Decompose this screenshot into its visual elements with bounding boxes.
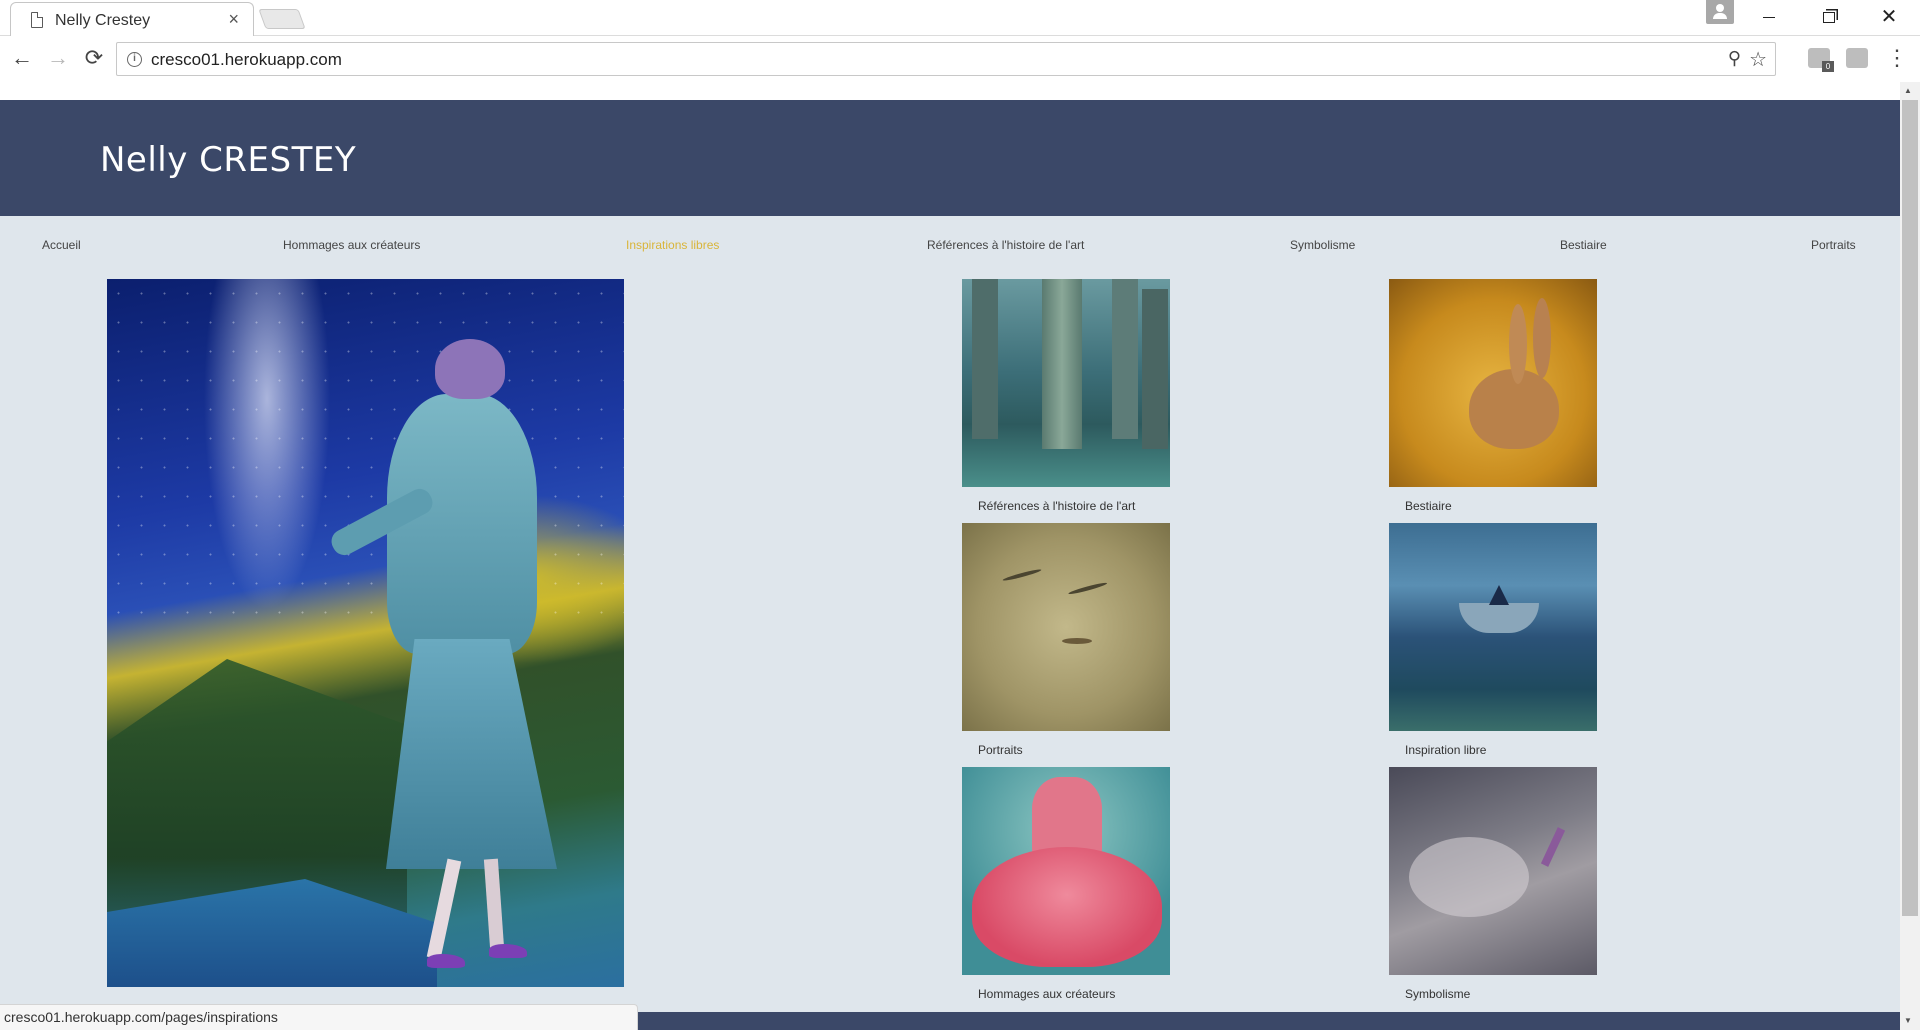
scrollbar-thumb[interactable]	[1902, 100, 1918, 916]
gallery-thumb-references[interactable]	[962, 279, 1170, 487]
address-bar[interactable]: i cresco01.herokuapp.com ⚲ ☆	[116, 42, 1776, 76]
site-header: Nelly CRESTEY	[0, 100, 1900, 216]
tab-title: Nelly Crestey	[55, 12, 151, 29]
gallery-thumb-portraits[interactable]	[962, 523, 1170, 731]
browser-tab[interactable]: Nelly Crestey ×	[10, 2, 254, 36]
gallery-thumb-symbolisme[interactable]	[1389, 767, 1597, 975]
scroll-down-icon[interactable]: ▼	[1904, 1016, 1912, 1025]
url-text[interactable]: cresco01.herokuapp.com	[151, 50, 342, 70]
nav-hommages[interactable]: Hommages aux créateurs	[283, 238, 420, 252]
nav-references[interactable]: Références à l'histoire de l'art	[927, 238, 1084, 252]
info-icon[interactable]: i	[127, 52, 142, 67]
minimize-button[interactable]	[1740, 0, 1798, 34]
page-viewport: Nelly CRESTEY Accueil Hommages aux créat…	[0, 82, 1900, 1030]
extension-badge: 0	[1822, 61, 1834, 72]
back-button[interactable]: ←	[6, 42, 38, 74]
nav-inspirations[interactable]: Inspirations libres	[626, 238, 719, 252]
gallery-caption[interactable]: Hommages aux créateurs	[978, 987, 1115, 1001]
restore-button[interactable]	[1800, 0, 1858, 34]
site-nav: Accueil Hommages aux créateurs Inspirati…	[0, 216, 1900, 272]
page-icon	[31, 12, 43, 28]
gallery-thumb-hommages[interactable]	[962, 767, 1170, 975]
tab-strip: Nelly Crestey × ✕	[0, 0, 1920, 36]
nav-portraits[interactable]: Portraits	[1811, 238, 1856, 252]
zoom-icon[interactable]: ⚲	[1728, 48, 1741, 69]
hero-painting[interactable]	[107, 279, 624, 987]
forward-button[interactable]: →	[42, 42, 74, 74]
gallery-caption[interactable]: Références à l'histoire de l'art	[978, 499, 1135, 513]
gallery-caption[interactable]: Symbolisme	[1405, 987, 1470, 1001]
gallery-thumb-inspiration[interactable]	[1389, 523, 1597, 731]
gallery-caption[interactable]: Inspiration libre	[1405, 743, 1486, 757]
gallery-caption[interactable]: Bestiaire	[1405, 499, 1452, 513]
gallery-thumb-bestiaire[interactable]	[1389, 279, 1597, 487]
nav-bestiaire[interactable]: Bestiaire	[1560, 238, 1607, 252]
site-title[interactable]: Nelly CRESTEY	[100, 140, 356, 180]
status-bar: cresco01.herokuapp.com/pages/inspiration…	[0, 1004, 638, 1030]
new-tab-button[interactable]	[258, 9, 306, 29]
reload-button[interactable]: ⟳	[78, 42, 110, 74]
browser-menu-icon[interactable]: ⋮	[1886, 44, 1908, 72]
scroll-up-icon[interactable]: ▲	[1904, 86, 1912, 95]
extension-icon-2[interactable]	[1846, 48, 1868, 68]
nav-symbolisme[interactable]: Symbolisme	[1290, 238, 1355, 252]
extension-icon[interactable]: 0	[1808, 48, 1834, 72]
tab-close-icon[interactable]: ×	[228, 9, 239, 29]
nav-accueil[interactable]: Accueil	[42, 238, 81, 252]
window-close-button[interactable]: ✕	[1860, 0, 1918, 34]
gallery-caption[interactable]: Portraits	[978, 743, 1023, 757]
profile-icon[interactable]	[1706, 0, 1734, 24]
browser-toolbar: ← → ⟳ i cresco01.herokuapp.com ⚲ ☆ 0 ⋮	[0, 36, 1920, 82]
bookmark-star-icon[interactable]: ☆	[1749, 47, 1767, 72]
